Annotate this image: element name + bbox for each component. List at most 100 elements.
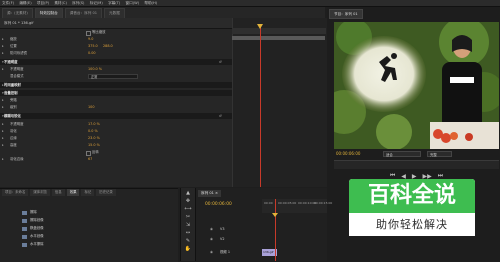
sequence-ruler[interactable]: 00:00 00:00:05:00 00:00:10:00 00:00:15:0… [262, 199, 332, 213]
prop-value[interactable]: 9.0 [88, 36, 93, 42]
menu-file[interactable]: 文件(F) [0, 1, 16, 5]
eye-icon[interactable]: ◉ [210, 226, 213, 233]
menu-edit[interactable]: 编辑(E) [17, 1, 33, 5]
expand-triangle-icon[interactable]: ▸ [2, 43, 4, 49]
sequence-timecode[interactable]: 00:00:06:00 [205, 202, 232, 207]
prop-value[interactable]: 23.0 % [88, 135, 100, 141]
tab-history[interactable]: 历史记录 [96, 189, 116, 196]
ripple-edit-tool-icon[interactable]: ⟷ [184, 206, 192, 213]
program-ruler[interactable] [334, 160, 499, 169]
reset-icon[interactable]: ↺ [219, 113, 222, 119]
prop-label: 不透明度 [10, 122, 24, 126]
prop-value[interactable]: 100 [88, 104, 94, 110]
tab-source[interactable]: 源：(无素材) [2, 8, 33, 18]
tab-info[interactable]: 信息 [51, 189, 65, 196]
pen-tool-icon[interactable]: ✎ [184, 238, 192, 245]
tab-audio-mixer[interactable]: 调音台：序列 01 [64, 8, 103, 18]
menu-window[interactable]: 窗口(W) [124, 1, 142, 5]
expand-triangle-icon[interactable]: ▸ [2, 66, 4, 72]
ruler-tick-label: 00:00:15:00 [314, 201, 333, 205]
menu-sequence[interactable]: 序列(S) [70, 1, 86, 5]
effect-mini-timeline[interactable] [232, 18, 327, 187]
reset-icon[interactable]: ↺ [219, 59, 222, 65]
list-item[interactable]: 擦除 [0, 209, 178, 216]
prop-label: 混合模式 [10, 74, 24, 78]
invert-checkbox[interactable] [86, 150, 91, 156]
expand-triangle-icon[interactable]: ▸ [2, 36, 4, 42]
prop-label: 位置 [10, 44, 17, 48]
prop-value[interactable]: 0.0 % [88, 128, 98, 134]
list-item[interactable]: 擦除划像 [0, 217, 178, 224]
slip-tool-icon[interactable]: ↔ [184, 230, 192, 237]
menu-clip[interactable]: 素材(C) [52, 1, 69, 5]
uniform-scale-checkbox[interactable] [86, 30, 91, 36]
track-v2[interactable]: ◉ V2 [198, 236, 327, 243]
prop-label: 级别 [10, 105, 17, 109]
expand-triangle-icon[interactable]: ▸ [2, 121, 4, 127]
eye-icon[interactable]: ◉ [210, 236, 213, 243]
selection-tool-icon[interactable]: ▲ [184, 190, 192, 197]
list-item[interactable]: 棋盘划像 [0, 225, 178, 232]
list-item-label: 棋盘划像 [30, 226, 44, 230]
expand-triangle-icon[interactable]: ▸ [2, 104, 4, 110]
eye-icon[interactable]: ◉ [210, 249, 213, 256]
tab-media-browser[interactable]: 媒体浏览 [30, 189, 50, 196]
playhead-handle[interactable] [257, 24, 263, 29]
blend-mode-select[interactable]: 正常 [88, 73, 138, 79]
menu-project[interactable]: 项目(P) [35, 1, 51, 5]
prop-value[interactable]: 15.0 % [88, 142, 100, 148]
prop-section[interactable]: ▾ 不透明度 ↺ [0, 59, 232, 65]
prop-row: ▸ 旁路 [0, 97, 232, 103]
tab-project[interactable]: 项目：未命名 [2, 189, 29, 196]
tab-markers[interactable]: 标记 [81, 189, 95, 196]
hand-tool-icon[interactable]: ✋ [184, 246, 192, 253]
playhead-line[interactable] [260, 24, 261, 187]
razor-tool-icon[interactable]: ✂ [184, 214, 192, 221]
menu-title[interactable]: 字幕(T) [106, 1, 122, 5]
program-timecode[interactable]: 00:00:06:00 [336, 151, 360, 156]
list-item[interactable]: 水平划像 [0, 233, 178, 240]
fit-select[interactable]: 适合 [383, 151, 421, 157]
list-item[interactable]: 水平擦除 [0, 241, 178, 248]
prop-row: ▸ 边缘 23.0 % [0, 135, 232, 141]
tab-effect-controls[interactable]: 特效控制台 [34, 8, 63, 18]
track-select-tool-icon[interactable]: ✥ [184, 198, 192, 205]
scale-select[interactable]: 完整 [427, 151, 452, 157]
sequence-playhead-handle[interactable] [272, 213, 278, 217]
program-tab[interactable]: 节目：序列 01 [329, 9, 363, 19]
prop-label: 不透明度 [10, 67, 24, 71]
rate-stretch-tool-icon[interactable]: ⇲ [184, 222, 192, 229]
prop-section[interactable]: ▾ 模糊与锐化 ↺ [0, 113, 232, 119]
prop-row: 等比缩放 [0, 29, 232, 36]
prop-section[interactable]: ▾ 音量控制 [0, 90, 232, 96]
expand-triangle-icon[interactable]: ▸ [2, 142, 4, 148]
prop-row: ▸ 不透明度 100.0 % [0, 66, 232, 72]
menu-help[interactable]: 帮助(H) [142, 1, 159, 5]
prop-value[interactable]: 100.0 % [88, 66, 102, 72]
prop-value[interactable]: 17.0 % [88, 121, 100, 127]
tab-metadata[interactable]: 元数据 [104, 8, 125, 18]
mini-ruler[interactable] [232, 28, 326, 34]
expand-triangle-icon[interactable]: ▸ [2, 128, 4, 134]
track-v3[interactable]: ◉ V3 [198, 226, 327, 233]
prop-row: 反转 [0, 149, 232, 156]
tab-effects[interactable]: 效果 [66, 189, 80, 196]
sequence-tab[interactable]: 序列 01 × [198, 190, 222, 197]
expand-triangle-icon[interactable]: ▸ [2, 135, 4, 141]
prop-label: 羽化 [10, 129, 17, 133]
expand-triangle-icon[interactable]: ▸ [2, 50, 4, 56]
prop-value[interactable]: 0.00 [88, 50, 96, 56]
prop-value[interactable]: 375.0 [88, 43, 98, 49]
prop-value-2[interactable]: 288.0 [103, 43, 113, 49]
section-label: 音量控制 [4, 91, 18, 95]
transition-icon [22, 218, 27, 223]
transition-icon [22, 226, 27, 231]
list-item-label: 擦除 [30, 210, 37, 214]
transition-icon [22, 242, 27, 247]
sequence-playhead[interactable] [275, 199, 276, 261]
prop-value[interactable]: 67 [88, 156, 92, 162]
expand-triangle-icon[interactable]: ▸ [2, 97, 4, 103]
expand-triangle-icon[interactable]: ▸ [2, 156, 4, 162]
prop-section[interactable]: ▸ 时间重映射 [0, 82, 232, 88]
menu-marker[interactable]: 标记(M) [88, 1, 105, 5]
